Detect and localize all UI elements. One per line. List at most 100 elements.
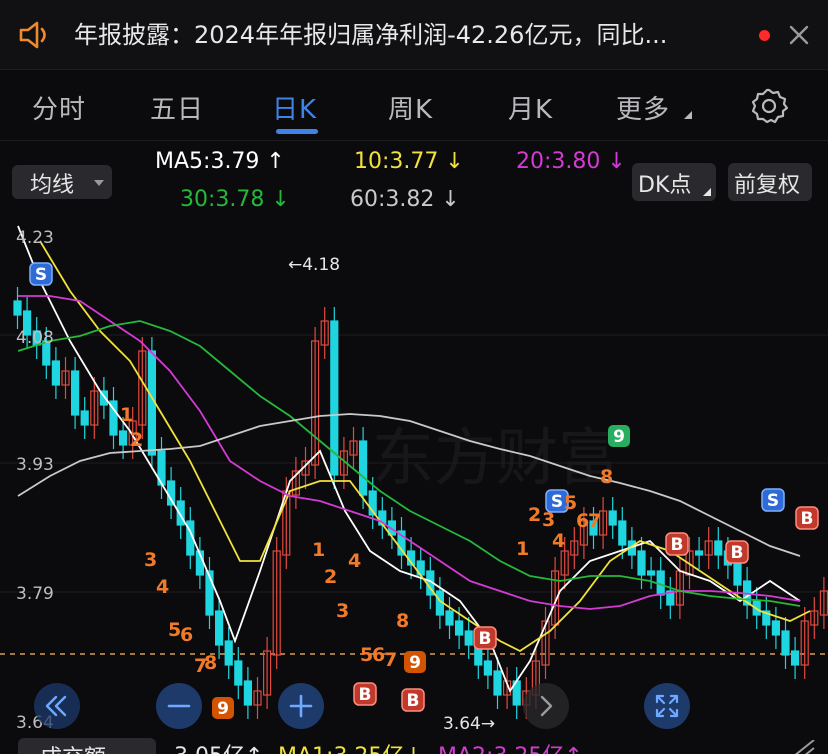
period-tabs: 分时 五日 日K 周K 月K 更多: [0, 71, 828, 141]
sequence-number: 7: [588, 510, 601, 532]
scroll-left-button[interactable]: [34, 683, 80, 729]
unread-dot: [759, 30, 770, 41]
candle-body: [493, 670, 502, 696]
sequence-number: 3: [542, 509, 555, 531]
minus-icon: [167, 704, 191, 708]
expand-arrows-icon: [655, 694, 679, 718]
buy-signal-badge-text: B: [479, 629, 492, 649]
watermark: 东方财富: [372, 421, 620, 494]
ma5-value: MA5:3.79 ↑: [155, 149, 285, 174]
candle-body: [781, 630, 790, 656]
sequence-number: 7: [384, 649, 397, 671]
dk-point-button[interactable]: DK点: [632, 163, 716, 201]
zoom-out-button[interactable]: [156, 683, 202, 729]
sequence-number: 1: [120, 404, 133, 426]
tab-daily-k[interactable]: 日K: [272, 89, 317, 126]
candle-body: [455, 620, 464, 636]
y-axis-label: 4.08: [16, 328, 54, 348]
zoom-in-button[interactable]: [278, 683, 324, 729]
candle-body: [694, 550, 704, 556]
count-signal-badge-text: 9: [217, 699, 229, 719]
low-price-marker: 3.64→: [443, 714, 495, 734]
tab-five-day[interactable]: 五日: [150, 89, 204, 126]
buy-signal-badge-text: B: [671, 535, 684, 555]
sequence-number: 8: [396, 610, 409, 632]
ma-selector-label: 均线: [30, 173, 75, 198]
ma10-value: 10:3.77 ↓: [354, 149, 464, 174]
y-axis-labels: 4.234.083.933.793.64: [16, 228, 54, 733]
candle-body: [733, 560, 742, 586]
volume-selector-label: 成交额: [40, 746, 106, 754]
sequence-number: 6: [180, 624, 193, 646]
speaker-icon: [19, 21, 46, 49]
tab-intraday[interactable]: 分时: [32, 89, 86, 126]
volume-selector[interactable]: 成交额: [18, 738, 156, 754]
count-signal-badge-text: 9: [613, 427, 625, 447]
sequence-number: 8: [204, 652, 217, 674]
more-triangle-icon: [684, 111, 692, 119]
kline-chart[interactable]: 东方财富 SSSBBBBBB99912345678123456781234567…: [0, 221, 828, 739]
candle-body: [618, 520, 627, 546]
sequence-number: 2: [324, 566, 337, 588]
candle-body: [224, 640, 233, 666]
close-icon[interactable]: [784, 20, 814, 50]
y-axis-label: 3.79: [16, 584, 54, 604]
candle-body: [167, 480, 176, 506]
ma-selector[interactable]: 均线: [12, 165, 112, 199]
sequence-number: 3: [336, 600, 349, 622]
corner-triangle-icon: [703, 188, 711, 196]
buy-signal-badge-text: B: [801, 509, 814, 529]
sequence-number: 1: [516, 538, 529, 560]
buy-signal-badge-text: B: [359, 685, 372, 705]
high-price-marker: ←4.18: [288, 255, 340, 275]
announcement-bar[interactable]: 年报披露：2024年年报归属净利润-42.26亿元，同比...: [0, 0, 828, 70]
fullscreen-button[interactable]: [644, 683, 690, 729]
chevron-right-icon: [540, 695, 553, 717]
kline-chart-canvas[interactable]: 东方财富 SS SBB BBB B999123456781234567812 34567…: [0, 221, 828, 739]
buy-signal-badge-text: B: [731, 543, 744, 563]
sequence-number: 2: [130, 429, 143, 451]
candle-body: [637, 550, 646, 576]
forward-adjust-button[interactable]: 前复权: [728, 163, 812, 201]
sequence-number: 8: [600, 466, 613, 488]
sell-signal-badge-text: S: [35, 265, 47, 285]
candle-body: [646, 570, 656, 576]
buy-signal-badge-text: B: [407, 691, 420, 711]
y-axis-label: 4.23: [16, 228, 54, 248]
volume-panel-header: 成交额 3.05亿↑ MA1:3.25亿↓ MA2:3.25亿↑: [0, 736, 828, 754]
tab-weekly-k[interactable]: 周K: [388, 89, 433, 126]
settings-gear-icon[interactable]: [750, 87, 788, 125]
candle-body: [13, 300, 22, 316]
dk-point-label: DK点: [638, 173, 692, 198]
candle-body: [234, 660, 243, 686]
tab-monthly-k[interactable]: 月K: [508, 89, 553, 126]
candle-body: [51, 360, 61, 386]
indicator-row: 均线 MA5:3.79 ↑ 10:3.77 ↓ 20:3.80 ↓ 30:3.7…: [0, 141, 828, 221]
sequence-number: 4: [156, 576, 169, 598]
announcement-text[interactable]: 年报披露：2024年年报归属净利润-42.26亿元，同比...: [74, 18, 724, 52]
sequence-number: 3: [144, 549, 157, 571]
active-tab-indicator: [276, 129, 318, 134]
candle-body: [464, 630, 473, 646]
sequence-number: 2: [528, 504, 541, 526]
candle-body: [70, 370, 80, 416]
candle-body: [483, 660, 492, 676]
candle-body: [714, 540, 723, 556]
double-chevron-left-icon: [45, 695, 67, 717]
candle-body: [608, 510, 617, 526]
ma30-value: 30:3.78 ↓: [180, 187, 290, 212]
sequence-number: 4: [348, 550, 361, 572]
chevron-down-icon: [94, 180, 104, 186]
plus-icon: [289, 694, 313, 718]
count-signal-badge-text: 9: [409, 653, 421, 673]
volume-ma2: MA2:3.25亿↑: [438, 738, 583, 754]
volume-value: 3.05亿↑: [174, 738, 263, 754]
candle-body: [215, 610, 224, 646]
ma60-value: 60:3.82 ↓: [350, 187, 460, 212]
resize-handle-icon[interactable]: [790, 740, 818, 754]
candle-body: [771, 620, 781, 636]
scroll-right-button[interactable]: [523, 683, 569, 729]
candle-body: [80, 410, 89, 426]
tab-more[interactable]: 更多: [616, 89, 670, 126]
volume-ma1: MA1:3.25亿↓: [278, 738, 423, 754]
